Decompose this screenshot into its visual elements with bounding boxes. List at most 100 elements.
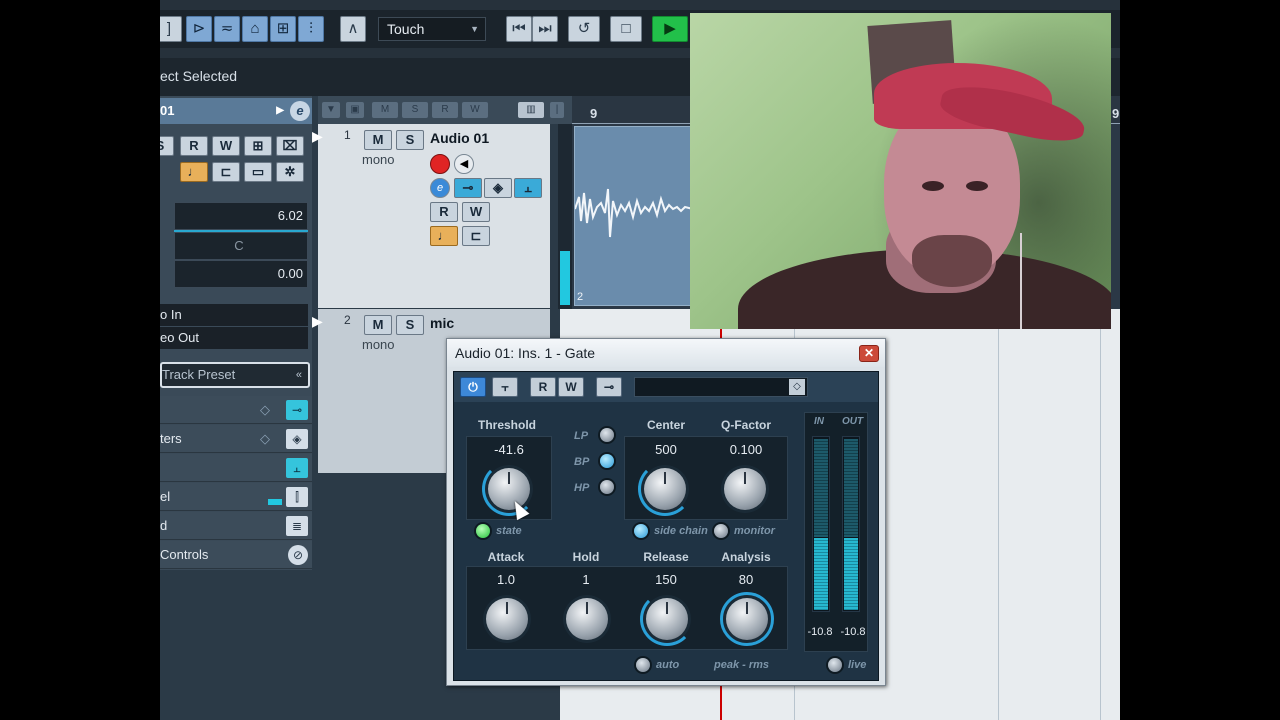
edit-channel-icon[interactable]: e xyxy=(290,101,310,121)
read-automation-button[interactable]: R xyxy=(180,136,208,156)
mute-filter-icon[interactable]: M xyxy=(372,102,398,118)
lock-icon[interactable]: ⊏ xyxy=(462,226,490,246)
write-filter-icon[interactable]: W xyxy=(462,102,488,118)
go-to-start-icon[interactable]: ⏮ xyxy=(506,16,532,42)
lp-button[interactable] xyxy=(600,428,614,442)
quick-controls-icon[interactable]: ⊘ xyxy=(288,545,308,565)
lanes-icon[interactable]: ⊞ xyxy=(244,136,272,156)
attack-knob[interactable] xyxy=(486,598,528,640)
release-value[interactable]: 150 xyxy=(626,572,706,587)
send-icon[interactable]: ⫠ xyxy=(286,458,308,478)
hold-knob[interactable] xyxy=(566,598,608,640)
grid-edit-icon[interactable]: ⊞ xyxy=(270,16,296,42)
inspector-section-notepad[interactable]: d ≣ xyxy=(160,512,312,540)
sidechain-routing-icon[interactable]: ⊸ xyxy=(596,377,622,397)
stop-icon[interactable]: □ xyxy=(610,16,642,42)
track-row[interactable]: ▶ 1 M S Audio 01 mono ◀ e ⊸ ◈ ⫠ R W ♩ ⊏ xyxy=(312,124,550,308)
gate-title-bar[interactable]: Audio 01: Ins. 1 - Gate xyxy=(447,339,885,367)
write-button[interactable]: W xyxy=(558,377,584,397)
insert-icon[interactable]: ⊸ xyxy=(454,178,482,198)
musical-time-icon[interactable]: ♩ xyxy=(180,162,208,182)
eq-icon[interactable]: ◈ xyxy=(484,178,512,198)
levels-icon[interactable]: ⌂ xyxy=(242,16,268,42)
lock-icon[interactable]: ⊏ xyxy=(212,162,240,182)
read-button[interactable]: R xyxy=(430,202,458,222)
center-value[interactable]: 500 xyxy=(626,442,706,457)
close-icon[interactable]: ✕ xyxy=(859,345,879,362)
threshold-value[interactable]: -41.6 xyxy=(466,442,552,457)
automation-curve-icon[interactable]: ∧ xyxy=(340,16,366,42)
mute-button[interactable]: M xyxy=(364,315,392,335)
freeze-icon[interactable]: ✲ xyxy=(276,162,304,182)
hold-value[interactable]: 1 xyxy=(546,572,626,587)
solo-button-partial[interactable]: S xyxy=(160,136,174,156)
folder-icon[interactable]: ⌧ xyxy=(276,136,304,156)
fader-icon[interactable]: ⫿ xyxy=(286,487,308,507)
power-icon[interactable]: ⏻ xyxy=(460,377,486,397)
send-icon[interactable]: ⫠ xyxy=(514,178,542,198)
knob-ring xyxy=(638,462,692,516)
bypass-icon[interactable]: ⫟ xyxy=(492,377,518,397)
input-routing[interactable]: o In xyxy=(160,304,308,326)
monitor-icon[interactable]: ◀ xyxy=(454,154,474,174)
inspector-section-quick-controls[interactable]: Controls ⊘ xyxy=(160,541,312,569)
inspector-section-inserts-2[interactable]: ters ◇ ◈ xyxy=(160,425,312,453)
write-automation-button[interactable]: W xyxy=(212,136,240,156)
settings-icon[interactable]: | xyxy=(550,102,564,118)
delay-field[interactable]: 0.00 xyxy=(174,260,308,288)
solo-button[interactable]: S xyxy=(396,315,424,335)
toolbar-partial-button[interactable]: ] xyxy=(160,16,182,42)
output-routing-label: eo Out xyxy=(160,330,200,345)
notepad-icon[interactable]: ≣ xyxy=(286,516,308,536)
solo-filter-icon[interactable]: S xyxy=(402,102,428,118)
mixer-faders-icon[interactable]: ⫶ xyxy=(298,16,324,42)
automation-mode-select[interactable]: Touch ▼ xyxy=(378,17,486,41)
release-knob[interactable] xyxy=(640,592,694,646)
edit-channel-icon[interactable]: e xyxy=(430,178,450,198)
pan-field[interactable]: C xyxy=(174,232,308,260)
auto-release-button[interactable] xyxy=(636,658,650,672)
inspector-track-header[interactable]: 01 ▶ e xyxy=(160,98,312,124)
center-knob[interactable] xyxy=(638,462,692,516)
read-button[interactable]: R xyxy=(530,377,556,397)
knob-ring xyxy=(482,462,536,516)
inspector-section-channel[interactable]: el ⫿ xyxy=(160,483,312,511)
analysis-value[interactable]: 80 xyxy=(706,572,786,587)
analysis-knob[interactable] xyxy=(720,592,774,646)
filter-icon[interactable]: ≂ xyxy=(214,16,240,42)
hp-button[interactable] xyxy=(600,480,614,494)
eq-icon[interactable]: ◈ xyxy=(286,429,308,449)
preset-field[interactable]: ◇ xyxy=(634,377,808,397)
write-button[interactable]: W xyxy=(462,202,490,222)
record-enable-icon[interactable] xyxy=(430,154,450,174)
q-factor-knob[interactable] xyxy=(724,468,766,510)
cycle-icon[interactable]: ↺ xyxy=(568,16,600,42)
side-chain-button[interactable] xyxy=(634,524,648,538)
attack-value[interactable]: 1.0 xyxy=(466,572,546,587)
live-button[interactable] xyxy=(828,658,842,672)
mute-button[interactable]: M xyxy=(364,130,392,150)
state-label: state xyxy=(496,525,522,537)
inspector-section-inserts[interactable]: ◇ ⊸ xyxy=(160,396,312,424)
q-factor-value[interactable]: 0.100 xyxy=(706,442,786,457)
go-to-end-icon[interactable]: ⏭ xyxy=(532,16,558,42)
state-led xyxy=(476,524,490,538)
solo-button[interactable]: S xyxy=(396,130,424,150)
read-filter-icon[interactable]: R xyxy=(432,102,458,118)
output-routing[interactable]: eo Out xyxy=(160,327,308,349)
track-colors-icon[interactable]: ▥ xyxy=(518,102,544,118)
collapse-icon[interactable]: ▣ xyxy=(346,102,364,118)
insert-icon[interactable]: ⊸ xyxy=(286,400,308,420)
monitor-button[interactable] xyxy=(714,524,728,538)
volume-field[interactable]: 6.02 xyxy=(174,202,308,230)
inspector-section-sends[interactable]: ⫠ xyxy=(160,454,312,482)
bp-button[interactable] xyxy=(600,454,614,468)
play-icon[interactable]: ▶ xyxy=(652,16,688,42)
audio-event[interactable]: 2 xyxy=(574,126,693,306)
expand-icon[interactable]: ▼ xyxy=(322,102,340,118)
musical-time-icon[interactable]: ♩ xyxy=(430,226,458,246)
lane-display-icon[interactable]: ▭ xyxy=(244,162,272,182)
track-preset-field[interactable]: Track Preset « xyxy=(160,362,310,388)
preset-menu-icon[interactable]: ◇ xyxy=(789,379,805,395)
constrain-delay-icon[interactable]: ⊳ xyxy=(186,16,212,42)
